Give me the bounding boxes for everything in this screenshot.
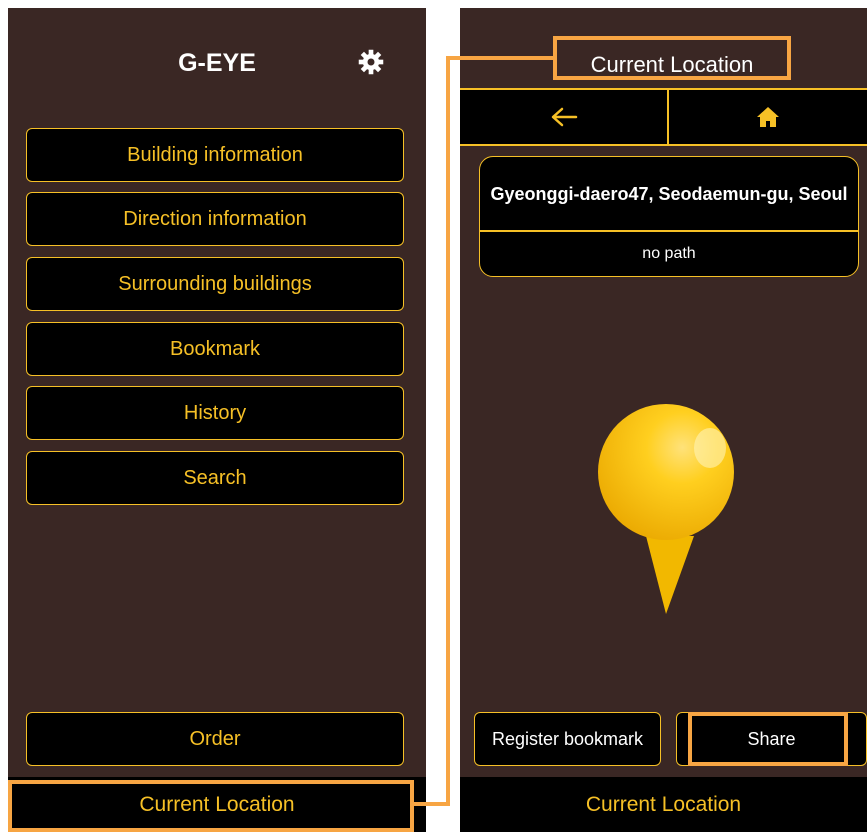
current-location-screen: Current Location Gyeonggi-daero47, Seoda… xyxy=(460,8,867,832)
surrounding-buildings-button[interactable]: Surrounding buildings xyxy=(26,257,404,311)
bookmark-button[interactable]: Bookmark xyxy=(26,322,404,376)
top-nav-bar xyxy=(460,88,867,146)
connector-line xyxy=(446,56,554,60)
building-information-button[interactable]: Building information xyxy=(26,128,404,182)
current-location-tab-label: Current Location xyxy=(585,792,742,816)
arrow-left-icon xyxy=(551,107,577,127)
connector-line xyxy=(414,802,448,806)
search-button[interactable]: Search xyxy=(26,451,404,505)
page-title: Current Location xyxy=(590,52,754,77)
gear-icon[interactable] xyxy=(357,48,385,76)
connector-line xyxy=(446,56,450,806)
address-text: Gyeonggi-daero47, Seodaemun-gu, Seoul xyxy=(490,183,848,204)
share-button[interactable]: Share xyxy=(676,712,867,766)
path-status: no path xyxy=(642,245,696,262)
direction-information-button[interactable]: Direction information xyxy=(26,192,404,246)
current-location-tab[interactable]: Current Location xyxy=(8,777,426,832)
current-location-tab-label: Current Location xyxy=(139,792,295,816)
history-button[interactable]: History xyxy=(26,386,404,440)
order-button[interactable]: Order xyxy=(26,712,404,766)
location-info-card: Gyeonggi-daero47, Seodaemun-gu, Seoul no… xyxy=(479,156,859,277)
home-icon xyxy=(757,107,779,127)
map-pin-icon xyxy=(590,396,750,636)
home-button[interactable] xyxy=(669,90,867,144)
main-menu-screen: G-EYE Building information Direction inf… xyxy=(8,8,426,832)
back-button[interactable] xyxy=(460,90,667,144)
current-location-tab[interactable]: Current Location xyxy=(460,777,867,832)
register-bookmark-button[interactable]: Register bookmark xyxy=(474,712,661,766)
